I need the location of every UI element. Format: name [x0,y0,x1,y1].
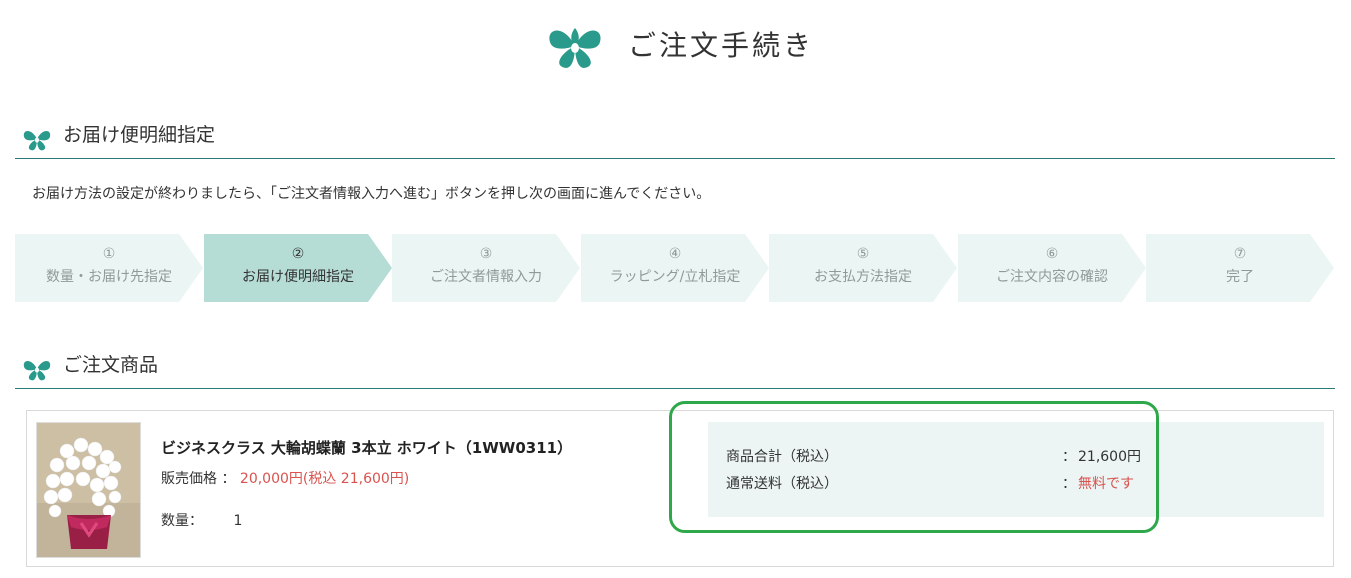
page-header: ご注文手続き [0,14,1351,74]
separator: ： [1062,476,1076,492]
section-title: お届け便明細指定 [63,124,216,146]
subtotal-value: 21,600円 [1078,449,1141,465]
orchid-logo-icon [549,28,601,68]
section-heading-order-items: ご注文商品 [15,350,1335,389]
instruction-text: お届け方法の設定が終わりましたら、「ご注文者情報入力へ進む」ボタンを押し次の画面… [32,186,711,202]
step-2-current: ② お届け便明細指定 [204,234,392,302]
step-label: ご注文内容の確認 [996,269,1108,285]
step-6: ⑥ ご注文内容の確認 [958,234,1146,302]
step-1: ① 数量・お届け先指定 [15,234,203,302]
step-number: ⑦ [1233,246,1247,262]
shipping-value: 無料です [1078,476,1134,492]
step-5: ⑤ お支払方法指定 [769,234,957,302]
step-3: ③ ご注文者情報入力 [392,234,580,302]
section-title: ご注文商品 [63,354,159,376]
step-4: ④ ラッピング/立札指定 [581,234,769,302]
page-title: ご注文手続き [628,29,815,62]
step-7: ⑦ 完了 [1146,234,1334,302]
step-number: ⑥ [1045,246,1059,262]
step-label: 完了 [1226,269,1254,285]
step-label: 数量・お届け先指定 [46,269,172,285]
quantity-row: 数量： 1 [161,510,242,530]
separator: ： [1062,449,1076,465]
section-heading-delivery: お届け便明細指定 [15,120,1335,159]
progress-steps: ① 数量・お届け先指定 ② お届け便明細指定 ③ ご注文者情報入力 ④ ラッピン… [15,234,1335,302]
step-number: ③ [479,246,493,262]
quantity-label: 数量： [161,513,203,529]
price-row: 販売価格 ： 20,000円(税込 21,600円) [161,468,409,488]
order-item-box: ビジネスクラス 大輪胡蝶蘭 3本立 ホワイト（1WW0311） 販売価格 ： 2… [26,410,1334,567]
subtotal-label: 商品合計（税込） [726,449,838,465]
step-number: ② [291,246,305,262]
step-number: ⑤ [856,246,870,262]
step-label: お届け便明細指定 [242,269,354,285]
orchid-icon [23,131,51,151]
price-label: 販売価格 ： [161,471,236,487]
orchid-plant-image [37,423,140,557]
step-label: ラッピング/立札指定 [609,269,741,285]
step-label: ご注文者情報入力 [430,269,542,285]
step-label: お支払方法指定 [814,269,912,285]
shipping-label: 通常送料（税込） [726,476,838,492]
step-number: ① [102,246,116,262]
price-value: 20,000円(税込 21,600円) [239,471,410,487]
step-number: ④ [668,246,682,262]
quantity-value: 1 [233,513,243,529]
product-image[interactable] [36,422,141,558]
orchid-icon [23,361,51,381]
product-name[interactable]: ビジネスクラス 大輪胡蝶蘭 3本立 ホワイト（1WW0311） [161,437,572,458]
totals-panel: 商品合計（税込） ： 21,600円 通常送料（税込） ： 無料です [708,422,1324,517]
